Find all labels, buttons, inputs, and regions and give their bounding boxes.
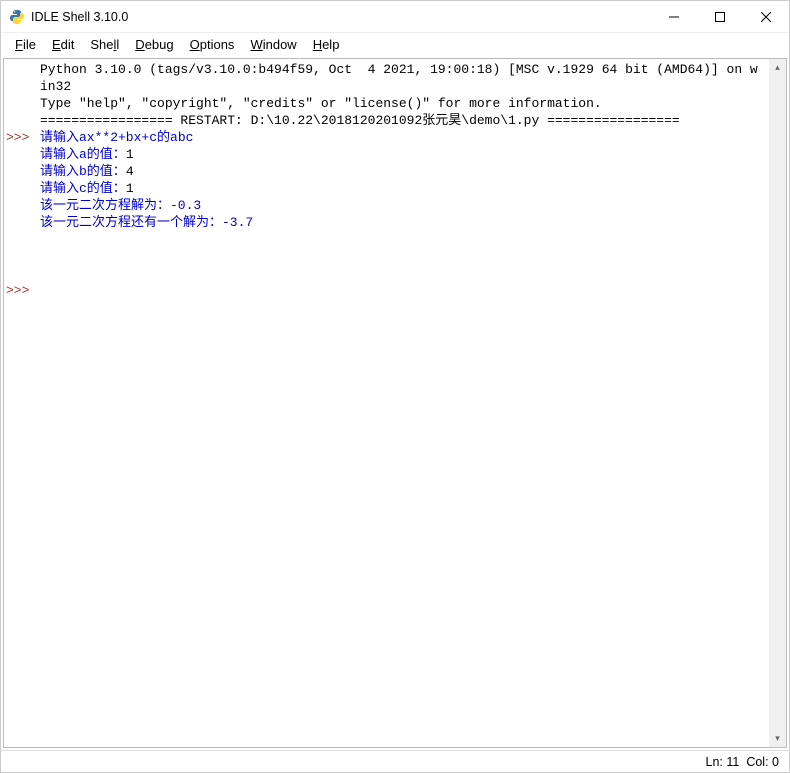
window-controls — [651, 1, 789, 32]
window-title: IDLE Shell 3.10.0 — [31, 10, 651, 24]
output-line: 请输入a的值： — [40, 147, 126, 162]
menu-file[interactable]: File — [7, 35, 44, 54]
user-input: 4 — [126, 164, 134, 179]
scroll-up-icon[interactable]: ▴ — [769, 59, 786, 76]
status-ln-label: Ln: — [706, 755, 723, 769]
minimize-button[interactable] — [651, 1, 697, 32]
banner-line: Type "help", "copyright", "credits" or "… — [40, 96, 602, 111]
status-ln-value: 11 — [726, 755, 739, 769]
menu-edit[interactable]: Edit — [44, 35, 82, 54]
shell-text[interactable]: Python 3.10.0 (tags/v3.10.0:b494f59, Oct… — [36, 59, 769, 747]
prompt-marker: >>> — [6, 130, 29, 145]
user-input: 1 — [126, 147, 134, 162]
editor-frame: >>> >>> Python 3.10.0 (tags/v3.10.0:b494… — [3, 58, 787, 748]
prompt-marker: >>> — [6, 283, 29, 298]
menu-window[interactable]: Window — [242, 35, 304, 54]
output-line: 该一元二次方程还有一个解为：-3.7 — [40, 215, 253, 230]
output-line: 请输入b的值： — [40, 164, 126, 179]
menu-options[interactable]: Options — [182, 35, 243, 54]
user-input: 1 — [126, 181, 134, 196]
menu-help[interactable]: Help — [305, 35, 348, 54]
menu-debug[interactable]: Debug — [127, 35, 181, 54]
status-col-label: Col: — [746, 755, 768, 769]
titlebar: IDLE Shell 3.10.0 — [1, 1, 789, 33]
prompt-gutter: >>> >>> — [4, 59, 36, 747]
menu-shell[interactable]: Shell — [82, 35, 127, 54]
output-line: 请输入c的值： — [40, 181, 126, 196]
menubar: File Edit Shell Debug Options Window Hel… — [1, 33, 789, 55]
scroll-down-icon[interactable]: ▾ — [769, 730, 786, 747]
restart-line: ================= RESTART: D:\10.22\2018… — [40, 113, 680, 128]
output-line: 请输入ax**2+bx+c的abc — [40, 130, 193, 145]
editor-container: >>> >>> Python 3.10.0 (tags/v3.10.0:b494… — [1, 55, 789, 750]
maximize-button[interactable] — [697, 1, 743, 32]
output-line: 该一元二次方程解为：-0.3 — [40, 198, 201, 213]
close-button[interactable] — [743, 1, 789, 32]
vertical-scrollbar[interactable]: ▴ ▾ — [769, 59, 786, 747]
scroll-track[interactable] — [769, 76, 786, 730]
status-col-value: 0 — [772, 755, 779, 769]
statusbar: Ln: 11 Col: 0 — [1, 750, 789, 772]
python-icon — [9, 9, 25, 25]
banner-line: Python 3.10.0 (tags/v3.10.0:b494f59, Oct… — [40, 62, 758, 94]
